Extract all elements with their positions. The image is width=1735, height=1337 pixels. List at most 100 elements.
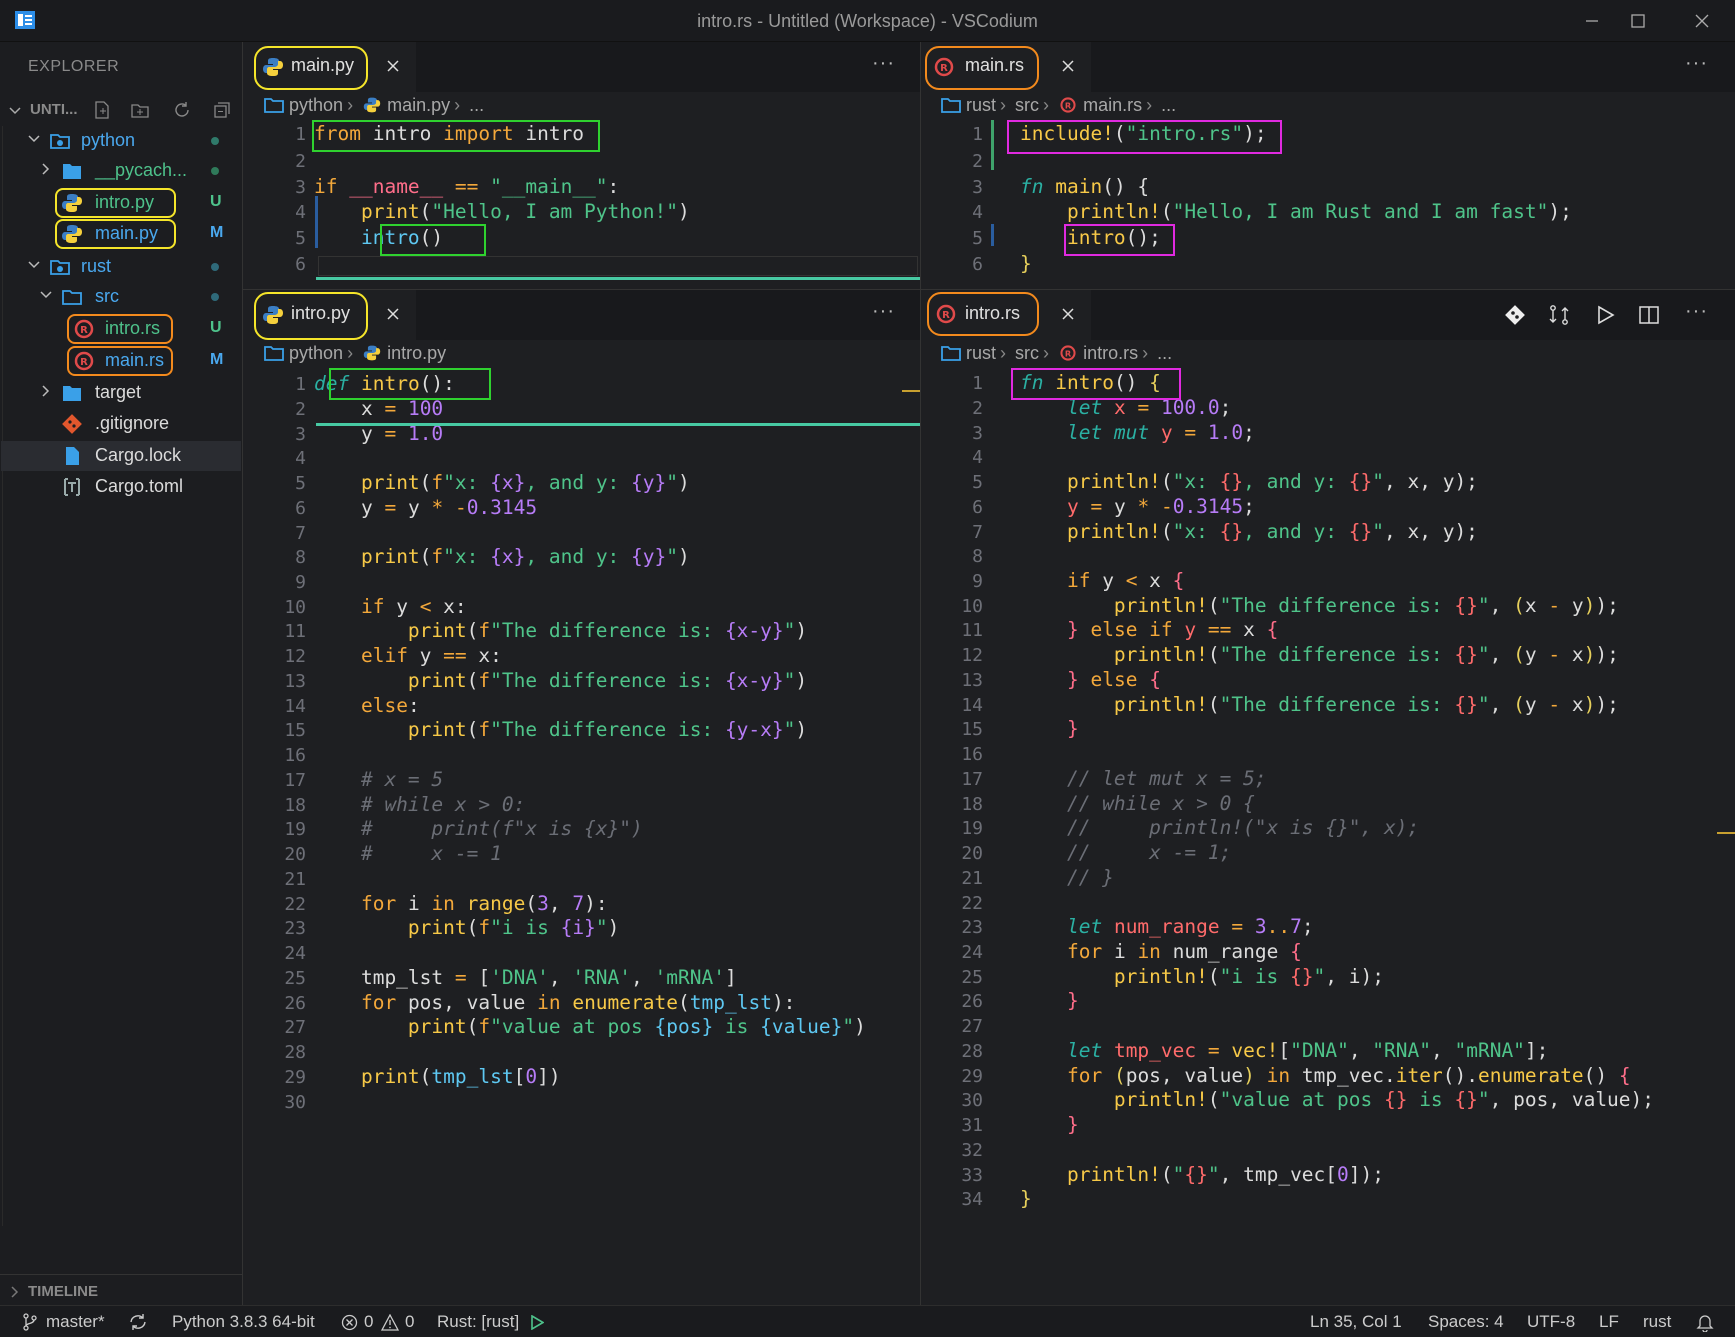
- code-line[interactable]: // let mut x = 5;: [1020, 767, 1267, 790]
- new-file-icon[interactable]: [92, 100, 112, 120]
- code-line[interactable]: }: [1020, 1113, 1079, 1136]
- code-line[interactable]: print(tmp_lst[0]): [314, 1065, 561, 1088]
- tree-item-intro-py[interactable]: intro.py U: [3, 188, 241, 218]
- code-line[interactable]: println!("The difference is: {}", (y - x…: [1020, 643, 1619, 666]
- git-compare-icon[interactable]: [1503, 303, 1527, 327]
- python-interpreter[interactable]: Python 3.8.3 64-bit: [172, 1312, 315, 1332]
- breadcrumb-item[interactable]: intro.rs: [1083, 343, 1138, 364]
- code-line[interactable]: y = y * -0.3145;: [1020, 495, 1255, 518]
- chevron-right-icon[interactable]: [8, 1285, 22, 1299]
- code-line[interactable]: } else if y == x {: [1020, 618, 1278, 641]
- code-line[interactable]: tmp_lst = ['DNA', 'RNA', 'mRNA']: [314, 966, 737, 989]
- breadcrumb-item[interactable]: ...: [1161, 95, 1176, 116]
- breadcrumb-item[interactable]: python: [289, 343, 343, 364]
- code-line[interactable]: if y < x:: [314, 595, 467, 618]
- code-line[interactable]: print(f"i is {i}"): [314, 916, 619, 939]
- code-line[interactable]: # while x > 0:: [314, 793, 525, 816]
- breadcrumb-item[interactable]: intro.py: [387, 343, 446, 364]
- code-line[interactable]: println!("{}", tmp_vec[0]);: [1020, 1163, 1384, 1186]
- chevron-down-icon[interactable]: [27, 258, 41, 272]
- rust-status[interactable]: Rust: [rust]: [437, 1312, 519, 1332]
- tree-item-gitignore[interactable]: .gitignore: [3, 409, 241, 439]
- tab-main-rs[interactable]: R main.rs: [921, 42, 1091, 92]
- breadcrumb-item[interactable]: rust: [966, 95, 996, 116]
- tree-item-cargo-lock[interactable]: Cargo.lock: [1, 441, 241, 471]
- code-line[interactable]: for i in range(3, 7):: [314, 892, 608, 915]
- tree-item-rust[interactable]: rust: [3, 252, 241, 282]
- close-icon[interactable]: [1059, 57, 1077, 75]
- tree-item-python[interactable]: python: [3, 126, 241, 156]
- workspace-header[interactable]: UNTI...: [0, 96, 242, 124]
- tree-item-cargo-toml[interactable]: Cargo.toml: [3, 472, 241, 502]
- tree-item-intro-rs[interactable]: R intro.rs U: [3, 314, 241, 344]
- code-line[interactable]: println!("x: {}, and y: {}", x, y);: [1020, 470, 1478, 493]
- more-actions-button[interactable]: ···: [1685, 300, 1708, 323]
- code-line[interactable]: for i in num_range {: [1020, 940, 1302, 963]
- code-line[interactable]: }: [1020, 1187, 1032, 1210]
- sync-icon[interactable]: [128, 1313, 148, 1331]
- code-line[interactable]: // while x > 0 {: [1020, 792, 1255, 815]
- error-count[interactable]: 0: [364, 1312, 373, 1332]
- open-changes-icon[interactable]: [1547, 303, 1571, 327]
- tree-item-pycache[interactable]: __pycach...: [3, 156, 241, 186]
- chevron-right-icon[interactable]: [39, 162, 53, 176]
- tab-intro-rs[interactable]: R intro.rs: [921, 290, 1091, 340]
- tree-item-target[interactable]: target: [3, 378, 241, 408]
- git-branch-icon[interactable]: [22, 1313, 38, 1331]
- close-window-icon[interactable]: [1680, 6, 1724, 36]
- warning-icon[interactable]: [381, 1314, 399, 1331]
- more-actions-button[interactable]: ···: [872, 300, 895, 323]
- collapse-all-icon[interactable]: [212, 100, 232, 120]
- indentation[interactable]: Spaces: 4: [1428, 1312, 1504, 1332]
- code-line[interactable]: println!("The difference is: {}", (y - x…: [1020, 693, 1619, 716]
- breadcrumb-item[interactable]: rust: [966, 343, 996, 364]
- chevron-right-icon[interactable]: [39, 384, 53, 398]
- split-editor-icon[interactable]: [1637, 303, 1661, 327]
- tree-item-main-py[interactable]: main.py M: [3, 219, 241, 249]
- breadcrumb-item[interactable]: src: [1015, 95, 1039, 116]
- code-line[interactable]: print(f"The difference is: {x-y}"): [314, 669, 807, 692]
- breadcrumb-item[interactable]: python: [289, 95, 343, 116]
- code-line[interactable]: x = 100: [314, 397, 443, 420]
- more-actions-button[interactable]: ···: [872, 52, 895, 75]
- code-line[interactable]: elif y == x:: [314, 644, 502, 667]
- minimize-icon[interactable]: [1570, 6, 1614, 36]
- close-icon[interactable]: [384, 57, 402, 75]
- code-line[interactable]: let num_range = 3..7;: [1020, 915, 1314, 938]
- breadcrumb-item[interactable]: ...: [1157, 343, 1172, 364]
- code-line[interactable]: for pos, value in enumerate(tmp_lst):: [314, 991, 795, 1014]
- tree-item-src[interactable]: src: [3, 282, 241, 312]
- run-icon[interactable]: [1593, 303, 1617, 327]
- code-line[interactable]: print("Hello, I am Python!"): [314, 200, 690, 223]
- timeline-section[interactable]: TIMELINE: [0, 1274, 242, 1306]
- code-line[interactable]: # x -= 1: [314, 842, 502, 865]
- tab-intro-py[interactable]: intro.py: [244, 290, 416, 340]
- code-line[interactable]: println!("i is {}", i);: [1020, 965, 1384, 988]
- close-icon[interactable]: [1059, 305, 1077, 323]
- language-mode[interactable]: rust: [1643, 1312, 1671, 1332]
- code-line[interactable]: fn main() {: [1020, 175, 1149, 198]
- cursor-position[interactable]: Ln 35, Col 1: [1310, 1312, 1402, 1332]
- code-line[interactable]: }: [1020, 252, 1032, 275]
- code-line[interactable]: if y < x {: [1020, 569, 1184, 592]
- chevron-down-icon[interactable]: [39, 288, 53, 302]
- error-icon[interactable]: [341, 1314, 358, 1331]
- chevron-down-icon[interactable]: [27, 132, 41, 146]
- code-line[interactable]: println!("x: {}, and y: {}", x, y);: [1020, 520, 1478, 543]
- code-line[interactable]: let mut y = 1.0;: [1020, 421, 1255, 444]
- new-folder-icon[interactable]: [130, 100, 150, 120]
- close-icon[interactable]: [384, 305, 402, 323]
- code-line[interactable]: println!("value at pos {} is {}", pos, v…: [1020, 1088, 1654, 1111]
- code-line[interactable]: print(f"x: {x}, and y: {y}"): [314, 471, 690, 494]
- warning-count[interactable]: 0: [405, 1312, 414, 1332]
- run-icon[interactable]: [530, 1315, 544, 1330]
- code-line[interactable]: }: [1020, 989, 1079, 1012]
- more-actions-button[interactable]: ···: [1685, 52, 1708, 75]
- breadcrumb-item[interactable]: ...: [469, 95, 484, 116]
- breadcrumb-item[interactable]: src: [1015, 343, 1039, 364]
- code-line[interactable]: // println!("x is {}", x);: [1020, 816, 1419, 839]
- code-line[interactable]: else:: [314, 694, 420, 717]
- code-line[interactable]: } else {: [1020, 668, 1161, 691]
- code-line[interactable]: # print(f"x is {x}"): [314, 817, 643, 840]
- end-of-line[interactable]: LF: [1599, 1312, 1619, 1332]
